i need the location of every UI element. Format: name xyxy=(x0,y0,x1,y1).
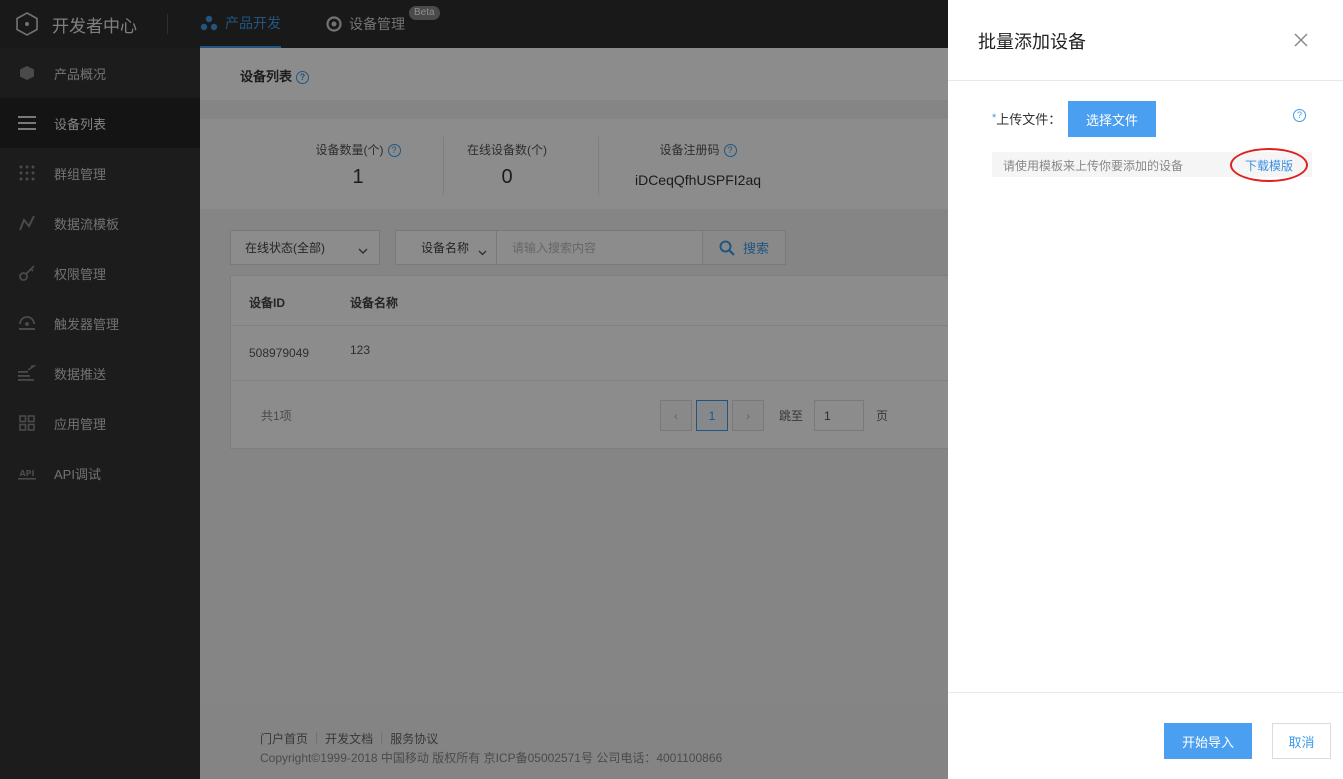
highlight-ring xyxy=(1230,148,1308,182)
batch-add-drawer: 批量添加设备 *上传文件： 选择文件 ? 请使用模板来上传你要添加的设备 下载模… xyxy=(948,0,1343,779)
choose-file-button[interactable]: 选择文件 xyxy=(1068,101,1156,137)
divider xyxy=(948,692,1343,693)
hint-text: 请使用模板来上传你要添加的设备 xyxy=(1003,159,1184,173)
cancel-button[interactable]: 取消 xyxy=(1272,723,1331,759)
drawer-title: 批量添加设备 xyxy=(978,32,1086,52)
divider xyxy=(948,80,1343,81)
upload-label: *上传文件： xyxy=(992,109,1061,128)
modal-backdrop[interactable] xyxy=(0,0,948,779)
close-icon[interactable] xyxy=(1291,30,1311,50)
help-icon[interactable]: ? xyxy=(1293,109,1306,122)
start-import-button[interactable]: 开始导入 xyxy=(1164,723,1252,759)
upload-label-text: 上传文件： xyxy=(996,112,1062,127)
